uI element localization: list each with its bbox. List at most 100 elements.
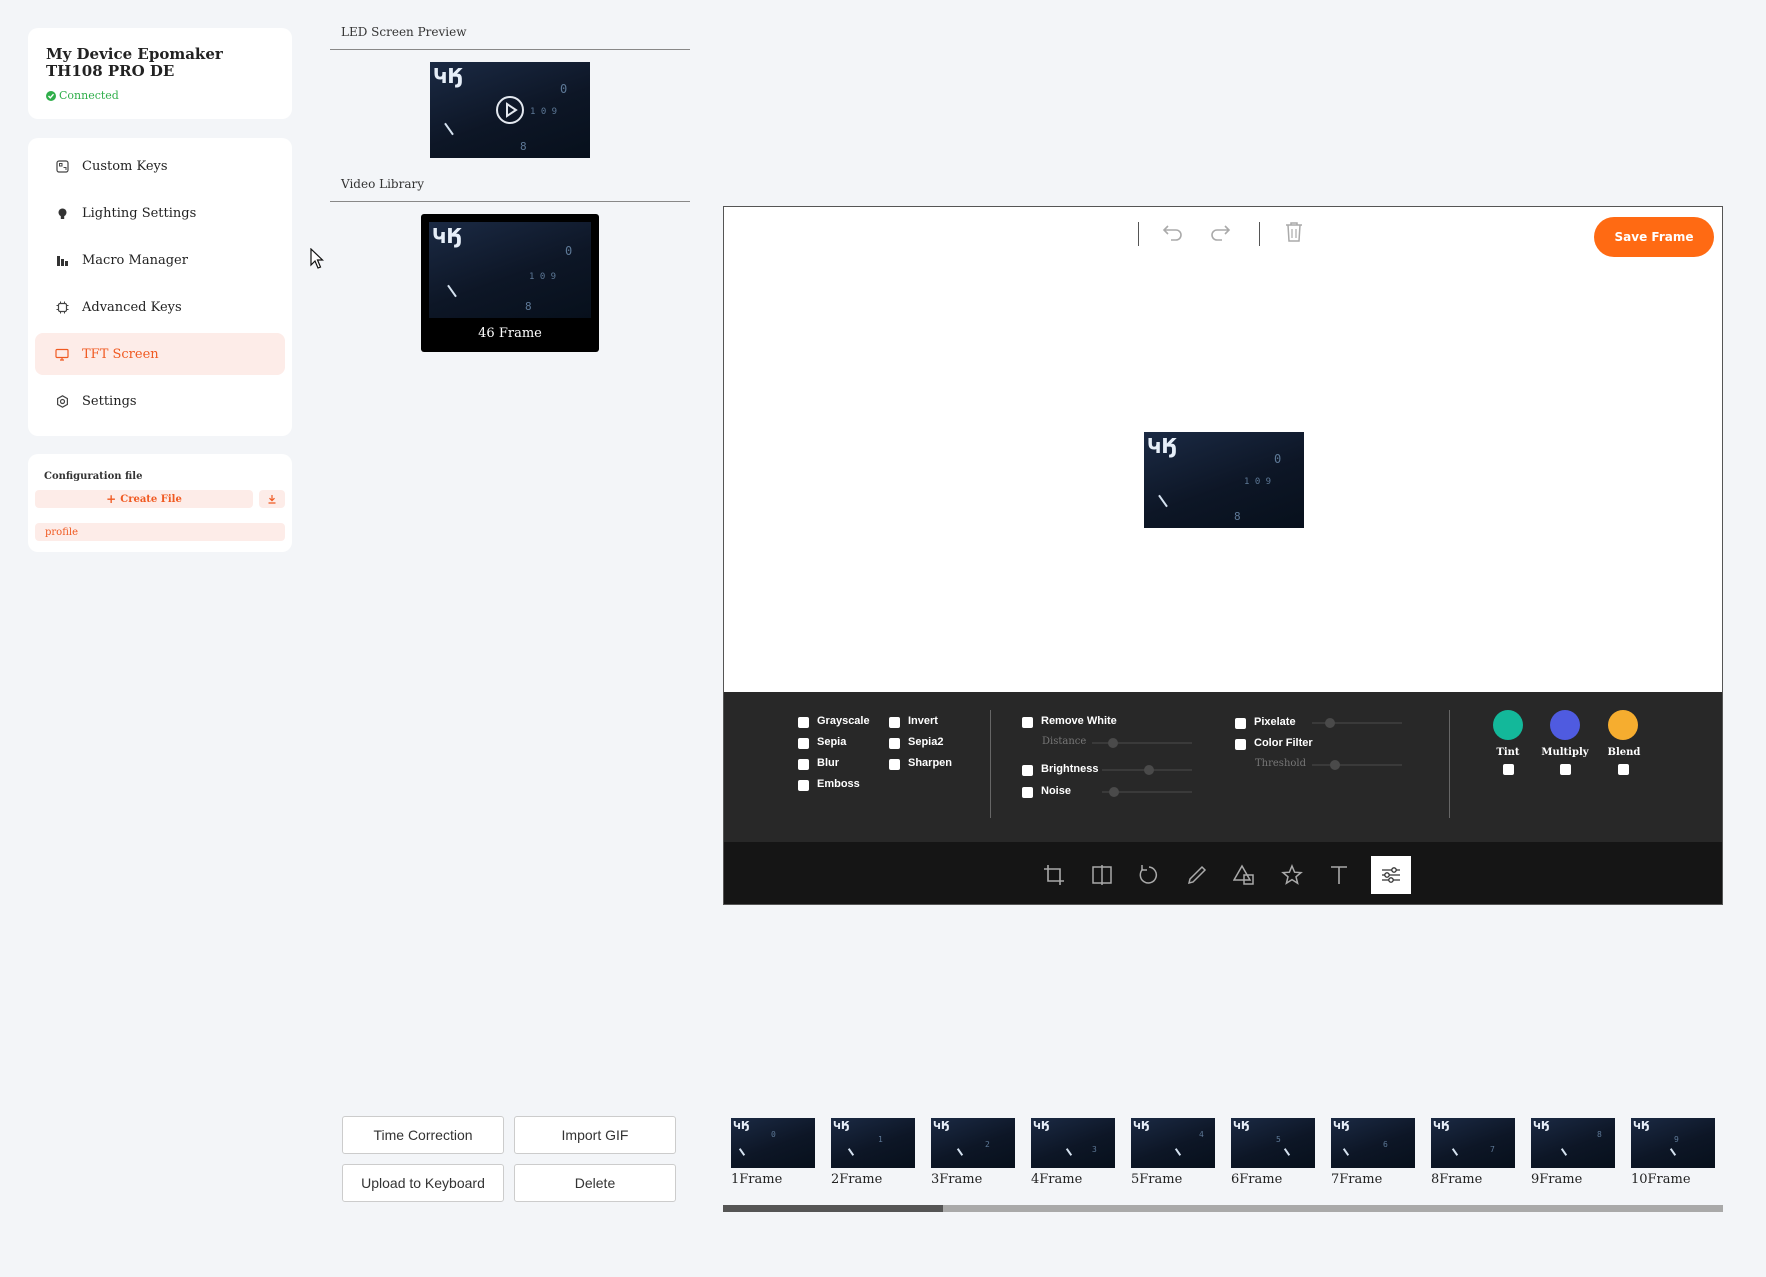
noise-checkbox[interactable]	[1022, 787, 1033, 798]
frame-thumbnail[interactable]: ԿӃ 6	[1331, 1118, 1415, 1168]
rotate-icon[interactable]	[1129, 856, 1169, 894]
frame-thumbnail[interactable]: ԿӃ 4	[1131, 1118, 1215, 1168]
sidebar-item-label: Custom Keys	[82, 158, 168, 174]
preview-label: LED Screen Preview	[341, 25, 467, 39]
sidebar-item-lighting-settings[interactable]: Lighting Settings	[35, 192, 285, 234]
distance-slider-handle[interactable]	[1108, 738, 1118, 748]
threshold-slider[interactable]	[1312, 764, 1402, 766]
draw-icon[interactable]	[1177, 856, 1217, 894]
scrollbar-thumb[interactable]	[723, 1205, 943, 1212]
plus-icon: +	[106, 492, 117, 506]
brightness-checkbox[interactable]	[1022, 765, 1033, 776]
frame-strip-scrollbar[interactable]	[723, 1205, 1723, 1212]
sharpen-label: Sharpen	[908, 757, 953, 769]
noise-slider-handle[interactable]	[1109, 787, 1119, 797]
frame-thumbnail[interactable]: ԿӃ 2	[931, 1118, 1015, 1168]
sepia2-label: Sepia2	[908, 736, 944, 748]
tint-color-swatch[interactable]	[1493, 710, 1523, 740]
emboss-checkbox[interactable]	[798, 780, 809, 791]
distance-slider[interactable]	[1092, 742, 1192, 744]
frame-label: 1Frame	[731, 1172, 783, 1187]
text-icon[interactable]	[1319, 856, 1359, 894]
threshold-label: Threshold	[1255, 758, 1307, 769]
grayscale-checkbox[interactable]	[798, 717, 809, 728]
bulb-icon	[54, 205, 70, 221]
delete-button[interactable]: Delete	[514, 1164, 676, 1202]
library-label: Video Library	[341, 177, 425, 191]
mouse-cursor-icon	[310, 247, 324, 274]
pixelate-checkbox[interactable]	[1235, 718, 1246, 729]
sidebar-item-label: Settings	[82, 393, 137, 409]
undo-icon[interactable]	[1161, 221, 1185, 247]
invert-checkbox[interactable]	[889, 717, 900, 728]
profile-item[interactable]: profile	[35, 523, 285, 541]
multiply-label: Multiply	[1541, 747, 1589, 758]
frame-thumbnail[interactable]: ԿӃ 1	[831, 1118, 915, 1168]
filter-icon[interactable]	[1371, 856, 1411, 894]
sharpen-checkbox[interactable]	[889, 759, 900, 770]
star-icon[interactable]	[1272, 856, 1312, 894]
save-frame-button[interactable]: Save Frame	[1594, 217, 1714, 257]
brightness-slider-handle[interactable]	[1144, 765, 1154, 775]
grayscale-label: Grayscale	[817, 715, 870, 727]
threshold-slider-handle[interactable]	[1330, 760, 1340, 770]
sidebar-item-label: TFT Screen	[82, 346, 159, 362]
multiply-checkbox[interactable]	[1560, 764, 1571, 775]
blend-color-swatch[interactable]	[1608, 710, 1638, 740]
remove-white-label: Remove White	[1041, 715, 1117, 727]
frame-label: 6Frame	[1231, 1172, 1283, 1187]
sidebar-item-settings[interactable]: Settings	[35, 380, 285, 422]
pixelate-label: Pixelate	[1254, 716, 1296, 728]
redo-icon[interactable]	[1208, 221, 1232, 247]
blend-checkbox[interactable]	[1618, 764, 1629, 775]
multiply-color-swatch[interactable]	[1550, 710, 1580, 740]
frame-thumbnail[interactable]: ԿӃ 0	[731, 1118, 815, 1168]
canvas-image[interactable]: ԿӃ 0 1 0 9 8	[1144, 432, 1304, 528]
sepia-label: Sepia	[817, 736, 847, 748]
sepia-checkbox[interactable]	[798, 738, 809, 749]
keyboard-icon	[54, 158, 70, 174]
device-title: My Device Epomaker TH108 PRO DE	[46, 45, 223, 80]
panel-divider	[990, 710, 991, 818]
chip-icon	[54, 299, 70, 315]
sepia2-checkbox[interactable]	[889, 738, 900, 749]
frame-thumbnail[interactable]: ԿӃ 8	[1531, 1118, 1615, 1168]
download-button[interactable]	[259, 490, 285, 508]
editor-toolbar	[724, 842, 1722, 904]
upload-to-keyboard-button[interactable]: Upload to Keyboard	[342, 1164, 504, 1202]
create-file-button[interactable]: + Create File	[35, 490, 253, 508]
import-gif-button[interactable]: Import GIF	[514, 1116, 676, 1154]
frame-thumbnail[interactable]: ԿӃ 3	[1031, 1118, 1115, 1168]
frame-editor: Save Frame ԿӃ 0 1 0 9 8 Grayscale Sepia …	[723, 206, 1723, 905]
remove-white-checkbox[interactable]	[1022, 717, 1033, 728]
crop-icon[interactable]	[1034, 856, 1074, 894]
frame-thumbnail[interactable]: ԿӃ 9	[1631, 1118, 1715, 1168]
led-preview[interactable]: ԿӃ 0 1 0 9 8	[430, 62, 590, 158]
color-filter-label: Color Filter	[1254, 737, 1313, 749]
sidebar-item-advanced-keys[interactable]: Advanced Keys	[35, 286, 285, 328]
flip-icon[interactable]	[1082, 856, 1122, 894]
play-icon[interactable]	[494, 94, 526, 126]
pixelate-slider-handle[interactable]	[1325, 718, 1335, 728]
frame-label: 7Frame	[1331, 1172, 1383, 1187]
sidebar-item-tft-screen[interactable]: TFT Screen	[35, 333, 285, 375]
library-item[interactable]: ԿӃ 0 1 0 9 8 46 Frame	[421, 214, 599, 352]
trash-icon[interactable]	[1283, 220, 1305, 248]
color-filter-checkbox[interactable]	[1235, 739, 1246, 750]
sidebar-item-label: Macro Manager	[82, 252, 188, 268]
tint-checkbox[interactable]	[1503, 764, 1514, 775]
toolbar-divider	[1259, 222, 1260, 246]
sidebar-item-custom-keys[interactable]: Custom Keys	[35, 145, 285, 187]
frame-thumbnail[interactable]: ԿӃ 5	[1231, 1118, 1315, 1168]
distance-label: Distance	[1042, 736, 1087, 747]
monitor-icon	[54, 346, 70, 362]
frame-thumbnail[interactable]: ԿӃ 7	[1431, 1118, 1515, 1168]
sidebar-item-macro-manager[interactable]: Macro Manager	[35, 239, 285, 281]
time-correction-button[interactable]: Time Correction	[342, 1116, 504, 1154]
emboss-label: Emboss	[817, 778, 860, 790]
frame-label: 2Frame	[831, 1172, 883, 1187]
blur-checkbox[interactable]	[798, 759, 809, 770]
gear-icon	[54, 393, 70, 409]
shape-icon[interactable]	[1224, 856, 1264, 894]
connection-status: Connected	[46, 89, 119, 102]
